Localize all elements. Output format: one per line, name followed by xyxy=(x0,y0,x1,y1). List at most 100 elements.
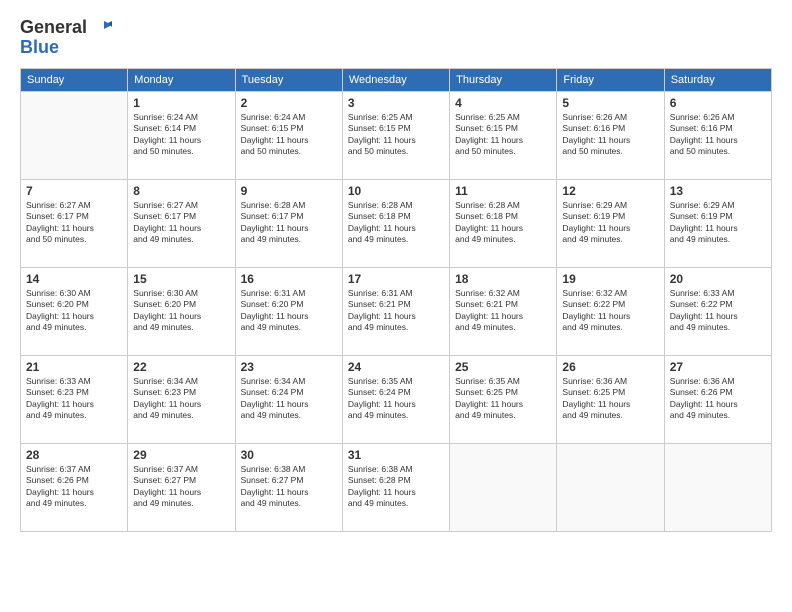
day-info: Sunrise: 6:28 AMSunset: 6:17 PMDaylight:… xyxy=(241,200,337,246)
day-number: 23 xyxy=(241,360,337,374)
day-info: Sunrise: 6:31 AMSunset: 6:21 PMDaylight:… xyxy=(348,288,444,334)
calendar-cell: 10 Sunrise: 6:28 AMSunset: 6:18 PMDayligh… xyxy=(342,179,449,267)
calendar-cell: 23 Sunrise: 6:34 AMSunset: 6:24 PMDayligh… xyxy=(235,355,342,443)
header: General Blue xyxy=(20,18,772,58)
calendar-cell: 19 Sunrise: 6:32 AMSunset: 6:22 PMDayligh… xyxy=(557,267,664,355)
day-info: Sunrise: 6:35 AMSunset: 6:25 PMDaylight:… xyxy=(455,376,551,422)
calendar-cell: 1 Sunrise: 6:24 AMSunset: 6:14 PMDaylight… xyxy=(128,91,235,179)
day-info: Sunrise: 6:27 AMSunset: 6:17 PMDaylight:… xyxy=(133,200,229,246)
day-number: 25 xyxy=(455,360,551,374)
logo-blue: Blue xyxy=(20,38,112,58)
day-info: Sunrise: 6:30 AMSunset: 6:20 PMDaylight:… xyxy=(26,288,122,334)
calendar-cell xyxy=(21,91,128,179)
weekday-header-tuesday: Tuesday xyxy=(235,68,342,91)
page: General Blue SundayMondayTuesdayWednesda… xyxy=(0,0,792,612)
calendar-cell: 14 Sunrise: 6:30 AMSunset: 6:20 PMDayligh… xyxy=(21,267,128,355)
day-number: 31 xyxy=(348,448,444,462)
calendar-cell xyxy=(450,443,557,531)
day-info: Sunrise: 6:25 AMSunset: 6:15 PMDaylight:… xyxy=(455,112,551,158)
day-info: Sunrise: 6:30 AMSunset: 6:20 PMDaylight:… xyxy=(133,288,229,334)
day-info: Sunrise: 6:31 AMSunset: 6:20 PMDaylight:… xyxy=(241,288,337,334)
calendar-cell: 18Sunrise: 6:32 AMSunset: 6:21 PMDayligh… xyxy=(450,267,557,355)
day-number: 3 xyxy=(348,96,444,110)
day-info: Sunrise: 6:32 AMSunset: 6:22 PMDaylight:… xyxy=(562,288,658,334)
day-number: 4 xyxy=(455,96,551,110)
day-number: 20 xyxy=(670,272,766,286)
day-number: 8 xyxy=(133,184,229,198)
day-info: Sunrise: 6:27 AMSunset: 6:17 PMDaylight:… xyxy=(26,200,122,246)
calendar-cell: 8 Sunrise: 6:27 AMSunset: 6:17 PMDaylight… xyxy=(128,179,235,267)
weekday-header-saturday: Saturday xyxy=(664,68,771,91)
weekday-header-sunday: Sunday xyxy=(21,68,128,91)
day-info: Sunrise: 6:32 AMSunset: 6:21 PMDaylight:… xyxy=(455,288,551,334)
day-number: 7 xyxy=(26,184,122,198)
calendar-cell: 31 Sunrise: 6:38 AMSunset: 6:28 PMDayligh… xyxy=(342,443,449,531)
day-info: Sunrise: 6:38 AMSunset: 6:28 PMDaylight:… xyxy=(348,464,444,510)
day-number: 17 xyxy=(348,272,444,286)
day-number: 15 xyxy=(133,272,229,286)
day-number: 29 xyxy=(133,448,229,462)
calendar-cell: 24 Sunrise: 6:35 AMSunset: 6:24 PMDayligh… xyxy=(342,355,449,443)
calendar-table: SundayMondayTuesdayWednesdayThursdayFrid… xyxy=(20,68,772,532)
day-info: Sunrise: 6:38 AMSunset: 6:27 PMDaylight:… xyxy=(241,464,337,510)
day-info: Sunrise: 6:34 AMSunset: 6:24 PMDaylight:… xyxy=(241,376,337,422)
calendar-cell: 7 Sunrise: 6:27 AMSunset: 6:17 PMDaylight… xyxy=(21,179,128,267)
day-info: Sunrise: 6:29 AMSunset: 6:19 PMDaylight:… xyxy=(670,200,766,246)
calendar-cell: 5 Sunrise: 6:26 AMSunset: 6:16 PMDaylight… xyxy=(557,91,664,179)
logo-bird-icon xyxy=(94,19,112,37)
calendar-cell xyxy=(664,443,771,531)
calendar-cell: 11 Sunrise: 6:28 AMSunset: 6:18 PMDayligh… xyxy=(450,179,557,267)
day-number: 16 xyxy=(241,272,337,286)
day-info: Sunrise: 6:33 AMSunset: 6:23 PMDaylight:… xyxy=(26,376,122,422)
weekday-header-wednesday: Wednesday xyxy=(342,68,449,91)
day-info: Sunrise: 6:28 AMSunset: 6:18 PMDaylight:… xyxy=(348,200,444,246)
calendar-cell: 17 Sunrise: 6:31 AMSunset: 6:21 PMDayligh… xyxy=(342,267,449,355)
day-info: Sunrise: 6:36 AMSunset: 6:25 PMDaylight:… xyxy=(562,376,658,422)
day-number: 10 xyxy=(348,184,444,198)
calendar-cell: 30Sunrise: 6:38 AMSunset: 6:27 PMDayligh… xyxy=(235,443,342,531)
day-number: 19 xyxy=(562,272,658,286)
day-number: 24 xyxy=(348,360,444,374)
day-number: 9 xyxy=(241,184,337,198)
day-number: 13 xyxy=(670,184,766,198)
weekday-header-friday: Friday xyxy=(557,68,664,91)
weekday-header-monday: Monday xyxy=(128,68,235,91)
day-info: Sunrise: 6:26 AMSunset: 6:16 PMDaylight:… xyxy=(562,112,658,158)
calendar-cell: 2 Sunrise: 6:24 AMSunset: 6:15 PMDaylight… xyxy=(235,91,342,179)
calendar-cell: 4 Sunrise: 6:25 AMSunset: 6:15 PMDaylight… xyxy=(450,91,557,179)
calendar-cell: 3 Sunrise: 6:25 AMSunset: 6:15 PMDaylight… xyxy=(342,91,449,179)
day-info: Sunrise: 6:24 AMSunset: 6:15 PMDaylight:… xyxy=(241,112,337,158)
calendar-cell: 13 Sunrise: 6:29 AMSunset: 6:19 PMDayligh… xyxy=(664,179,771,267)
day-number: 11 xyxy=(455,184,551,198)
calendar-cell: 16 Sunrise: 6:31 AMSunset: 6:20 PMDayligh… xyxy=(235,267,342,355)
calendar-cell: 22Sunrise: 6:34 AMSunset: 6:23 PMDayligh… xyxy=(128,355,235,443)
day-number: 14 xyxy=(26,272,122,286)
calendar-cell: 21 Sunrise: 6:33 AMSunset: 6:23 PMDayligh… xyxy=(21,355,128,443)
day-info: Sunrise: 6:28 AMSunset: 6:18 PMDaylight:… xyxy=(455,200,551,246)
day-number: 1 xyxy=(133,96,229,110)
day-info: Sunrise: 6:25 AMSunset: 6:15 PMDaylight:… xyxy=(348,112,444,158)
weekday-header-thursday: Thursday xyxy=(450,68,557,91)
day-number: 27 xyxy=(670,360,766,374)
day-info: Sunrise: 6:33 AMSunset: 6:22 PMDaylight:… xyxy=(670,288,766,334)
day-number: 2 xyxy=(241,96,337,110)
calendar-cell: 25 Sunrise: 6:35 AMSunset: 6:25 PMDayligh… xyxy=(450,355,557,443)
calendar-cell: 9 Sunrise: 6:28 AMSunset: 6:17 PMDaylight… xyxy=(235,179,342,267)
day-info: Sunrise: 6:36 AMSunset: 6:26 PMDaylight:… xyxy=(670,376,766,422)
logo: General Blue xyxy=(20,18,112,58)
calendar-cell: 28Sunrise: 6:37 AMSunset: 6:26 PMDayligh… xyxy=(21,443,128,531)
day-info: Sunrise: 6:24 AMSunset: 6:14 PMDaylight:… xyxy=(133,112,229,158)
calendar-cell: 15 Sunrise: 6:30 AMSunset: 6:20 PMDayligh… xyxy=(128,267,235,355)
day-number: 5 xyxy=(562,96,658,110)
day-info: Sunrise: 6:29 AMSunset: 6:19 PMDaylight:… xyxy=(562,200,658,246)
day-info: Sunrise: 6:35 AMSunset: 6:24 PMDaylight:… xyxy=(348,376,444,422)
calendar-cell: 20 Sunrise: 6:33 AMSunset: 6:22 PMDayligh… xyxy=(664,267,771,355)
day-info: Sunrise: 6:34 AMSunset: 6:23 PMDaylight:… xyxy=(133,376,229,422)
day-number: 21 xyxy=(26,360,122,374)
calendar-cell: 6 Sunrise: 6:26 AMSunset: 6:16 PMDaylight… xyxy=(664,91,771,179)
calendar-cell: 12 Sunrise: 6:29 AMSunset: 6:19 PMDayligh… xyxy=(557,179,664,267)
day-number: 12 xyxy=(562,184,658,198)
day-info: Sunrise: 6:26 AMSunset: 6:16 PMDaylight:… xyxy=(670,112,766,158)
day-number: 6 xyxy=(670,96,766,110)
day-number: 28 xyxy=(26,448,122,462)
